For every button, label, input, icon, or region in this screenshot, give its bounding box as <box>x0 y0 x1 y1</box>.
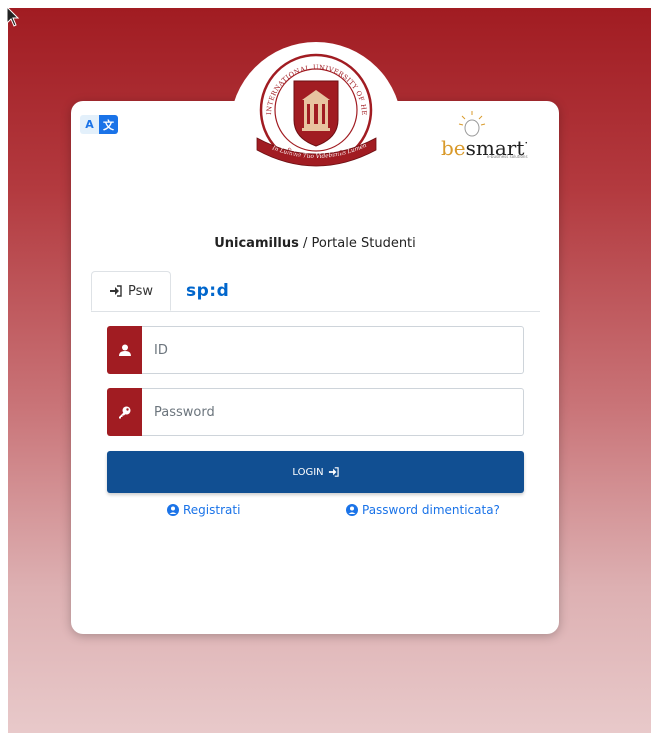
register-link[interactable]: Registrati <box>167 503 240 517</box>
translate-icon-latin: A <box>80 115 99 134</box>
register-link-label: Registrati <box>183 503 241 517</box>
user-circle-icon <box>167 504 179 516</box>
password-field-group <box>107 388 524 436</box>
sign-in-icon <box>109 285 122 297</box>
besmart-be: be <box>441 136 466 160</box>
password-input[interactable] <box>142 388 524 436</box>
forgot-password-link[interactable]: Password dimenticata? <box>346 503 500 517</box>
page-title-rest: / Portale Studenti <box>298 236 416 251</box>
university-seal-logo: INTERNATIONAL UNIVERSITY OF HEALTH SCIEN… <box>249 48 377 167</box>
sign-in-icon <box>328 467 339 477</box>
id-field-group <box>107 326 524 374</box>
besmart-logo: besmart· e-business solutions <box>437 108 547 160</box>
translate-icon[interactable]: A 文 <box>80 115 118 134</box>
forgot-password-link-label: Password dimenticata? <box>362 503 500 517</box>
besmart-dot: · <box>524 136 529 150</box>
tab-password-label: Psw <box>127 283 154 299</box>
user-icon <box>107 326 142 374</box>
besmart-tagline: e-business solutions <box>487 154 528 159</box>
page-title-brand: Unicamillus <box>214 236 299 251</box>
login-button[interactable]: LOGIN <box>107 451 524 493</box>
id-input[interactable] <box>142 326 524 374</box>
translate-icon-glyph: 文 <box>99 115 118 134</box>
login-button-label: LOGIN <box>292 466 324 478</box>
login-tabs: Psw sp:d <box>91 271 540 312</box>
page-title: Unicamillus / Portale Studenti <box>71 236 559 251</box>
tab-password[interactable]: Psw <box>91 271 171 311</box>
key-icon <box>107 388 142 436</box>
tab-spid[interactable]: sp:d <box>186 279 229 303</box>
user-circle-icon <box>346 504 358 516</box>
mouse-cursor-icon <box>6 6 20 27</box>
